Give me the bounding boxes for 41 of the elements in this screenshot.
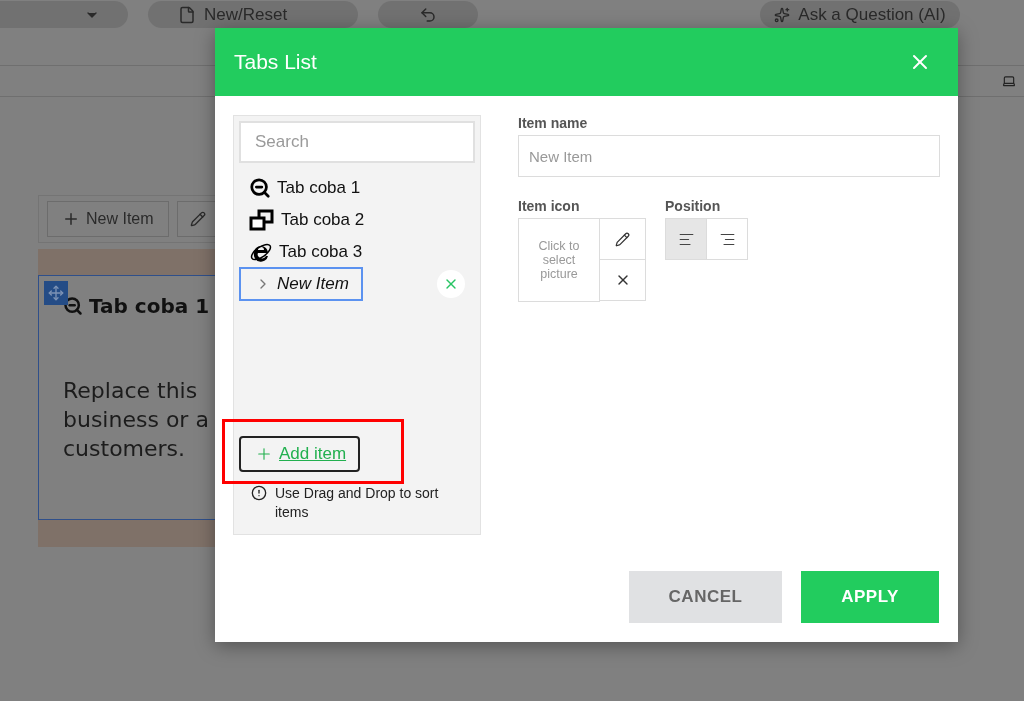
windows-icon xyxy=(249,209,275,231)
apply-button[interactable]: APPLY xyxy=(801,571,939,623)
file-icon xyxy=(178,5,196,24)
new-item-button[interactable]: New Item xyxy=(47,201,169,237)
zoom-out-icon xyxy=(63,296,83,316)
item-icon-label: Item icon xyxy=(518,198,581,214)
pencil-icon xyxy=(189,211,206,227)
delete-button[interactable] xyxy=(437,270,465,298)
ask-label: Ask a Question (AI) xyxy=(798,4,946,25)
ask-button[interactable]: Ask a Question (AI) xyxy=(760,1,960,28)
item-name-field[interactable]: New Item xyxy=(518,135,940,177)
list-item[interactable]: Tab coba 3 xyxy=(239,236,363,268)
add-item-button[interactable]: Add item xyxy=(239,436,361,472)
reset-label: New/Reset xyxy=(204,4,288,25)
reset-button[interactable]: New/Reset xyxy=(148,1,358,28)
zoom-out-icon xyxy=(249,177,271,199)
cancel-button[interactable]: CANCEL xyxy=(629,571,782,623)
tab-paragraph: Replace this business or a customers. xyxy=(63,377,210,463)
tab-title: Tab coba 1 xyxy=(89,294,210,318)
list-item[interactable]: Tab coba 2 xyxy=(239,204,365,236)
clear-button[interactable] xyxy=(599,259,646,301)
align-button[interactable] xyxy=(665,218,707,260)
hint-text: Use Drag and Drop to sort items xyxy=(275,484,440,522)
search-field[interactable]: Search xyxy=(239,121,475,163)
laptop-icon xyxy=(1002,74,1016,88)
align-button[interactable] xyxy=(706,218,748,260)
item-name-label: Item name xyxy=(518,115,589,131)
plus-icon xyxy=(255,445,273,463)
undo-icon xyxy=(419,5,437,24)
pencil-icon xyxy=(615,231,630,247)
dropdown-button[interactable] xyxy=(0,1,128,28)
sparkle-icon xyxy=(774,6,791,23)
dialog-title: Tabs List xyxy=(234,50,317,74)
position-label: Position xyxy=(665,198,722,214)
list-item[interactable]: Tab coba 1 xyxy=(239,172,361,204)
plus-icon xyxy=(62,210,80,228)
list-item[interactable]: New Item xyxy=(239,267,363,301)
move-icon[interactable] xyxy=(44,281,68,305)
picture-picker[interactable]: Click to select picture xyxy=(518,218,600,302)
info-icon xyxy=(251,485,267,501)
undo-button[interactable] xyxy=(378,1,478,28)
